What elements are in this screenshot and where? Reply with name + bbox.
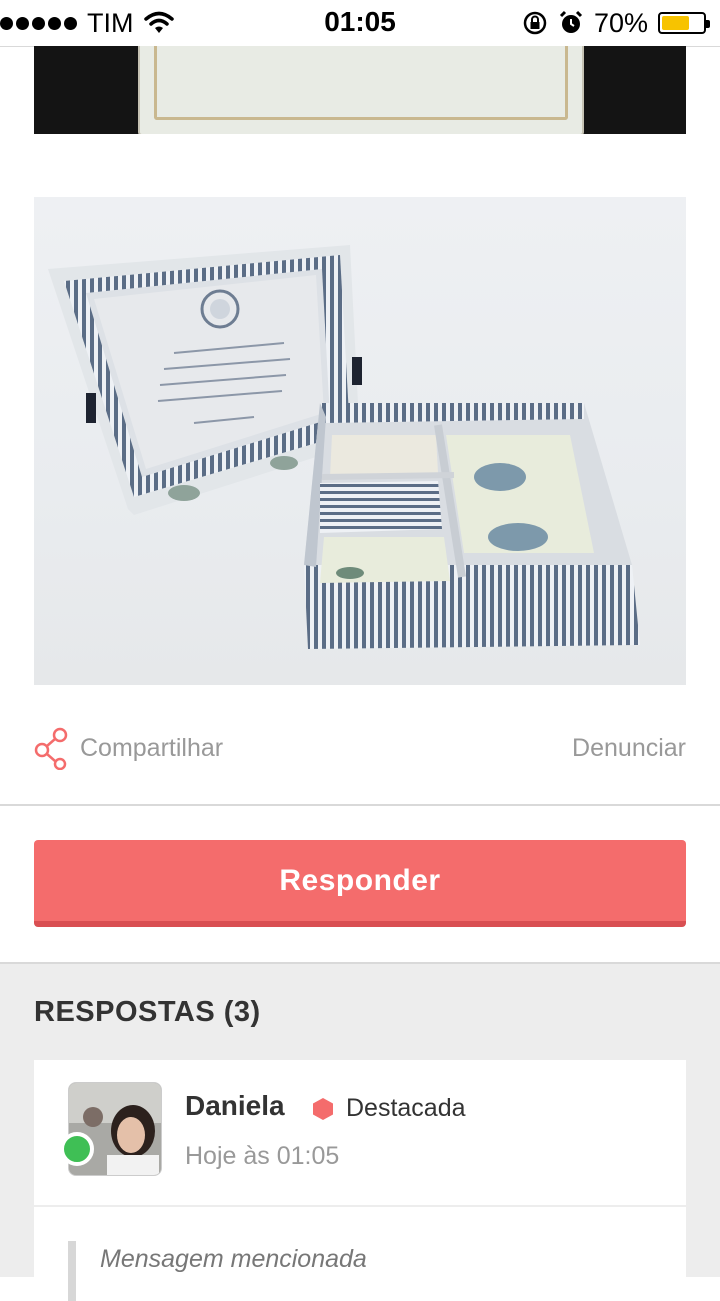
badge-label: Destacada: [346, 1094, 466, 1122]
battery-icon: [658, 12, 710, 34]
answer-timestamp: Hoje às 01:05: [185, 1142, 340, 1170]
box-illustration: [48, 245, 640, 649]
reply-button[interactable]: Responder: [34, 840, 686, 927]
hexagon-badge-icon: [313, 1097, 333, 1120]
answer-card[interactable]: Daniela Destacada Hoje às 01:05: [34, 1060, 686, 1205]
answers-section: RESPOSTAS (3) Daniela Destacada Hoje às …: [0, 962, 720, 1301]
quoted-message-label: Mensagem mencionada: [100, 1245, 367, 1273]
share-icon: [34, 727, 68, 770]
battery-percent: 70%: [593, 7, 648, 38]
featured-badge: Destacada: [312, 1094, 466, 1123]
quoted-message: Mensagem mencionada: [34, 1207, 686, 1301]
share-button[interactable]: Compartilhar: [34, 726, 223, 770]
alarm-icon: [559, 10, 583, 33]
divider: [0, 804, 720, 806]
report-link[interactable]: Denunciar: [572, 734, 686, 763]
post-photo-1[interactable]: [34, 46, 686, 134]
rotation-lock-icon: [523, 11, 547, 35]
battery-fill: [662, 16, 689, 30]
post-photo-2[interactable]: [34, 197, 686, 685]
post-actions: Compartilhar Denunciar: [34, 722, 686, 774]
status-bar: TIM 01:05 70%: [0, 0, 720, 47]
online-status-dot: [60, 1132, 94, 1166]
share-label: Compartilhar: [80, 733, 224, 762]
status-right: 70%: [522, 7, 710, 38]
photo-box-shape: [138, 46, 584, 134]
answer-author[interactable]: Daniela: [185, 1090, 285, 1122]
quote-bar: [68, 1241, 76, 1301]
answers-title: RESPOSTAS (3): [34, 996, 261, 1028]
